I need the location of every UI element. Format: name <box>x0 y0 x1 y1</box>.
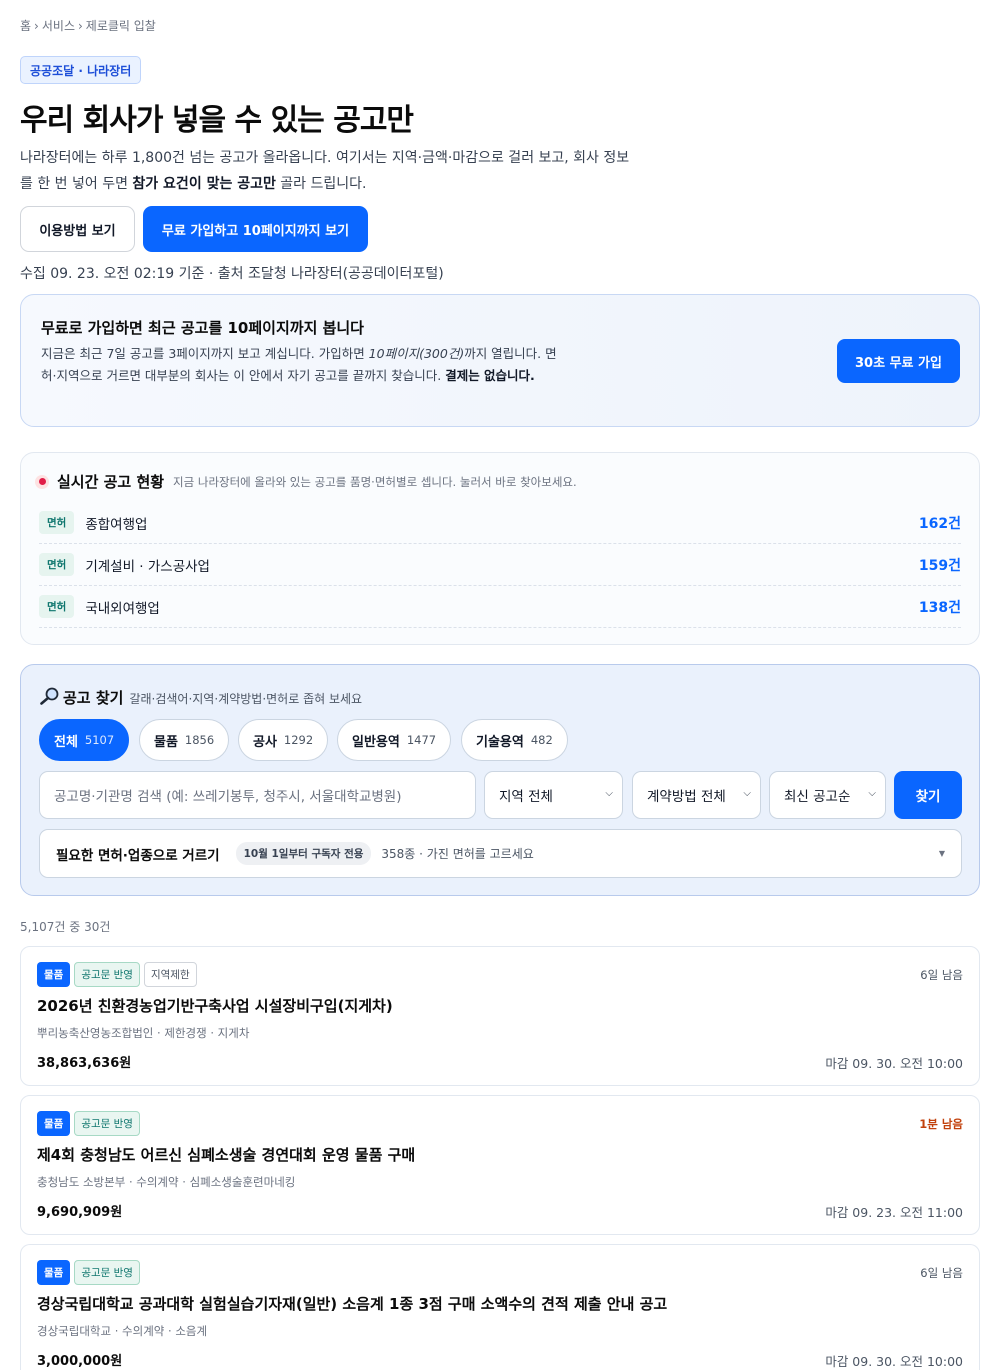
quick-signup-button[interactable]: 30초 무료 가입 <box>837 339 960 383</box>
live-row-count: 162건 <box>918 515 961 532</box>
live-row[interactable]: 면허 국내외여행업 138건 <box>39 586 961 628</box>
notice-reflected-badge: 공고문 반영 <box>74 1111 140 1136</box>
notice-reflected-badge: 공고문 반영 <box>74 962 140 987</box>
category-badge: 물품 <box>37 962 71 987</box>
license-filter-hint: 358종 · 가진 면허를 고르세요 <box>381 847 534 861</box>
hero-description-highlight: 참가 요건이 맞는 공고만 <box>132 176 276 192</box>
region-restricted-badge: 지역제한 <box>143 962 197 987</box>
search-header: 공고 찾기 갈래·검색어·지역·계약방법·면허로 좁혀 보세요 <box>39 685 362 708</box>
notice-meta: 경상국립대학교 수의계약 소음계 <box>37 1323 207 1339</box>
notice-meta: 충청남도 소방본부 수의계약 심폐소생술훈련마네킹 <box>37 1174 295 1190</box>
notice-reflected-badge: 공고문 반영 <box>74 1260 140 1285</box>
live-row-name: 기계설비 · 가스공사업 <box>85 558 210 575</box>
breadcrumb-current: 제로클릭 입찰 <box>85 19 156 33</box>
agency: 충청남도 소방본부 <box>37 1175 126 1189</box>
time-remaining: 1분 남음 <box>919 1117 963 1131</box>
notice-card[interactable]: 물품 공고문 반영 1분 남음 제4회 충청남도 어르신 심폐소생술 경연대회 … <box>20 1095 980 1235</box>
search-subtitle: 갈래·검색어·지역·계약방법·면허로 좁혀 보세요 <box>129 692 363 706</box>
notice-title[interactable]: 2026년 친환경농업기반구축사업 시설장비구입(지게차) <box>37 995 393 1016</box>
chevron-down-icon: ⌵ <box>743 788 751 799</box>
card-badges: 물품 공고문 반영 <box>37 1111 144 1136</box>
chevron-down-icon: ⌵ <box>605 788 613 799</box>
time-remaining: 6일 남음 <box>920 968 963 982</box>
live-row-name: 종합여행업 <box>85 516 148 533</box>
subscriber-only-badge: 10월 1일부터 구독자 전용 <box>235 842 372 865</box>
magnifier-icon <box>39 687 61 705</box>
find-button[interactable]: 찾기 <box>894 771 962 819</box>
category-chip-goods[interactable]: 물품 1856 <box>139 719 230 761</box>
license-badge: 면허 <box>39 553 75 576</box>
result-count: 5,107건 중 30건 <box>20 920 111 934</box>
category-badge: 물품 <box>37 1111 71 1136</box>
caret-down-icon: ▼ <box>938 849 945 858</box>
notice-search-panel: 공고 찾기 갈래·검색어·지역·계약방법·면허로 좁혀 보세요 전체 5107 물… <box>20 664 980 896</box>
chevron-right-icon: › <box>34 19 39 33</box>
hero-description: 나라장터에는 하루 1,800건 넘는 공고가 올라옵니다. 여기서는 지역·금… <box>20 150 630 192</box>
time-remaining: 6일 남음 <box>920 1266 963 1280</box>
signup-promo-banner: 무료로 가입하면 최근 공고를 10페이지까지 봅니다 지금은 최근 7일 공고… <box>20 294 980 427</box>
notice-meta: 뿌리농축산영농조합법인 제한경쟁 지게차 <box>37 1025 249 1041</box>
notice-title[interactable]: 경상국립대학교 공과대학 실험실습기자재(일반) 소음계 1종 3점 구매 소액… <box>37 1293 667 1314</box>
notice-card[interactable]: 물품 공고문 반영 지역제한 6일 남음 2026년 친환경농업기반구축사업 시… <box>20 946 980 1086</box>
live-row-name: 국내외여행업 <box>85 600 160 617</box>
howto-button[interactable]: 이용방법 보기 <box>20 206 135 252</box>
live-row-count: 138건 <box>918 599 961 616</box>
promo-text: 지금은 최근 7일 공고를 3페이지까지 보고 계십니다. 가입하면 10페이지… <box>41 346 557 383</box>
promo-title: 무료로 가입하면 최근 공고를 10페이지까지 봅니다 <box>41 319 364 337</box>
breadcrumb-home[interactable]: 홈 <box>20 19 31 33</box>
card-badges: 물품 공고문 반영 <box>37 1260 144 1285</box>
live-header: 실시간 공고 현황 지금 나라장터에 올라와 있는 공고를 품명·면허별로 셉니… <box>35 471 577 492</box>
notice-price: 38,863,636원 <box>37 1056 132 1071</box>
live-subtitle: 지금 나라장터에 올라와 있는 공고를 품명·면허별로 셉니다. 눌러서 바로 … <box>173 474 577 489</box>
live-indicator-icon <box>35 474 49 489</box>
breadcrumb: 홈 › 서비스 › 제로클릭 입찰 <box>20 17 156 34</box>
item-name: 지게차 <box>210 1026 249 1040</box>
contract-method: 수의계약 <box>115 1324 165 1338</box>
live-notice-stats: 실시간 공고 현황 지금 나라장터에 올라와 있는 공고를 품명·면허별로 셉니… <box>20 452 980 645</box>
category-chip-general-service[interactable]: 일반용역 1477 <box>337 719 452 761</box>
license-filter-title: 필요한 면허·업종으로 거르기 <box>56 847 220 864</box>
signup-button[interactable]: 무료 가입하고 10페이지까지 보기 <box>143 206 368 252</box>
notice-price: 9,690,909원 <box>37 1205 123 1220</box>
category-chip-all[interactable]: 전체 5107 <box>39 719 130 761</box>
notice-card[interactable]: 물품 공고문 반영 6일 남음 경상국립대학교 공과대학 실험실습기자재(일반)… <box>20 1244 980 1370</box>
region-select[interactable]: 지역 전체 ⌵ <box>484 771 623 819</box>
breadcrumb-services[interactable]: 서비스 <box>42 19 75 33</box>
chevron-down-icon: ⌵ <box>868 788 876 799</box>
page-title: 우리 회사가 넣을 수 있는 공고만 <box>20 103 414 138</box>
notice-title[interactable]: 제4회 충청남도 어르신 심폐소생술 경연대회 운영 물품 구매 <box>37 1144 415 1165</box>
contract-method: 제한경쟁 <box>157 1026 207 1040</box>
search-input[interactable]: 공고명·기관명 검색 (예: 쓰레기봉투, 청주시, 서울대학교병원) <box>39 771 476 819</box>
chevron-right-icon: › <box>77 19 83 33</box>
notice-deadline: 마감 09. 23. 오전 11:00 <box>825 1205 963 1220</box>
category-chip-tech-service[interactable]: 기술용역 482 <box>461 719 568 761</box>
collected-timestamp: 수집 09. 23. 오전 02:19 기준 · 출처 조달청 나라장터(공공데… <box>20 266 444 282</box>
search-title: 공고 찾기 <box>63 689 124 707</box>
license-filter-dropdown[interactable]: 필요한 면허·업종으로 거르기 10월 1일부터 구독자 전용 358종 · 가… <box>39 829 962 878</box>
live-row[interactable]: 면허 종합여행업 162건 <box>39 502 961 544</box>
sort-select[interactable]: 최신 공고순 ⌵ <box>769 771 886 819</box>
category-tag: 공공조달 · 나라장터 <box>20 56 142 84</box>
item-name: 심폐소생술훈련마네킹 <box>182 1175 295 1189</box>
item-name: 소음계 <box>168 1324 207 1338</box>
live-row-count: 159건 <box>918 557 961 574</box>
contract-method: 수의계약 <box>129 1175 179 1189</box>
agency: 경상국립대학교 <box>37 1324 112 1338</box>
notice-price: 3,000,000원 <box>37 1354 123 1369</box>
card-badges: 물품 공고문 반영 지역제한 <box>37 962 197 987</box>
notice-deadline: 마감 09. 30. 오전 10:00 <box>825 1056 963 1071</box>
notice-deadline: 마감 09. 30. 오전 10:00 <box>825 1354 963 1369</box>
contract-method-select[interactable]: 계약방법 전체 ⌵ <box>632 771 761 819</box>
license-badge: 면허 <box>39 511 75 534</box>
license-badge: 면허 <box>39 595 75 618</box>
live-title: 실시간 공고 현황 <box>57 473 165 491</box>
category-chip-construction[interactable]: 공사 1292 <box>238 719 329 761</box>
category-badge: 물품 <box>37 1260 71 1285</box>
agency: 뿌리농축산영농조합법인 <box>37 1026 154 1040</box>
live-row[interactable]: 면허 기계설비 · 가스공사업 159건 <box>39 544 961 586</box>
